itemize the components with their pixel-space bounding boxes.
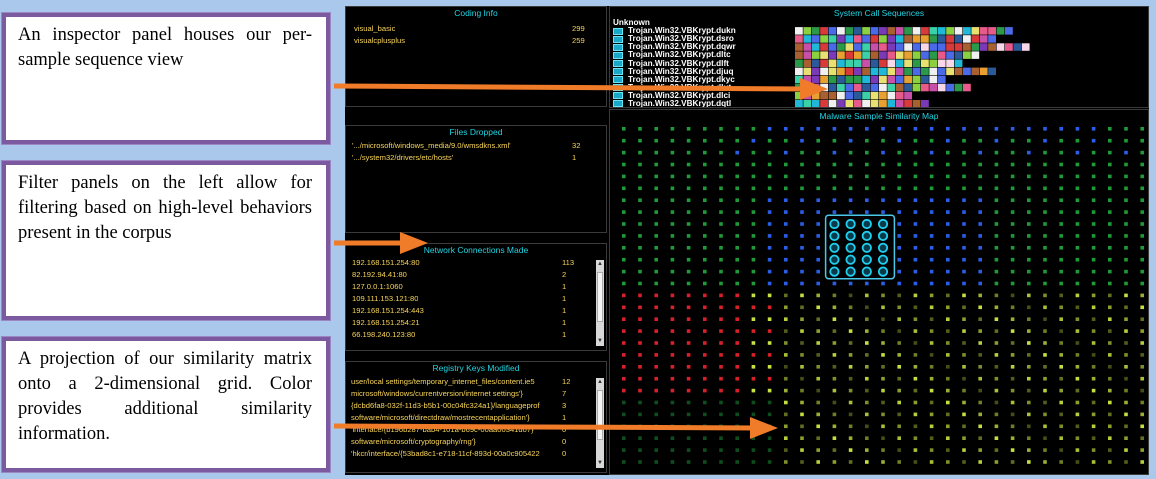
arrow-to-filter-panel bbox=[334, 232, 428, 254]
arrow-to-sequence-view bbox=[333, 78, 828, 100]
arrow-to-similarity-map bbox=[333, 417, 778, 439]
annotation-arrows bbox=[333, 78, 828, 439]
